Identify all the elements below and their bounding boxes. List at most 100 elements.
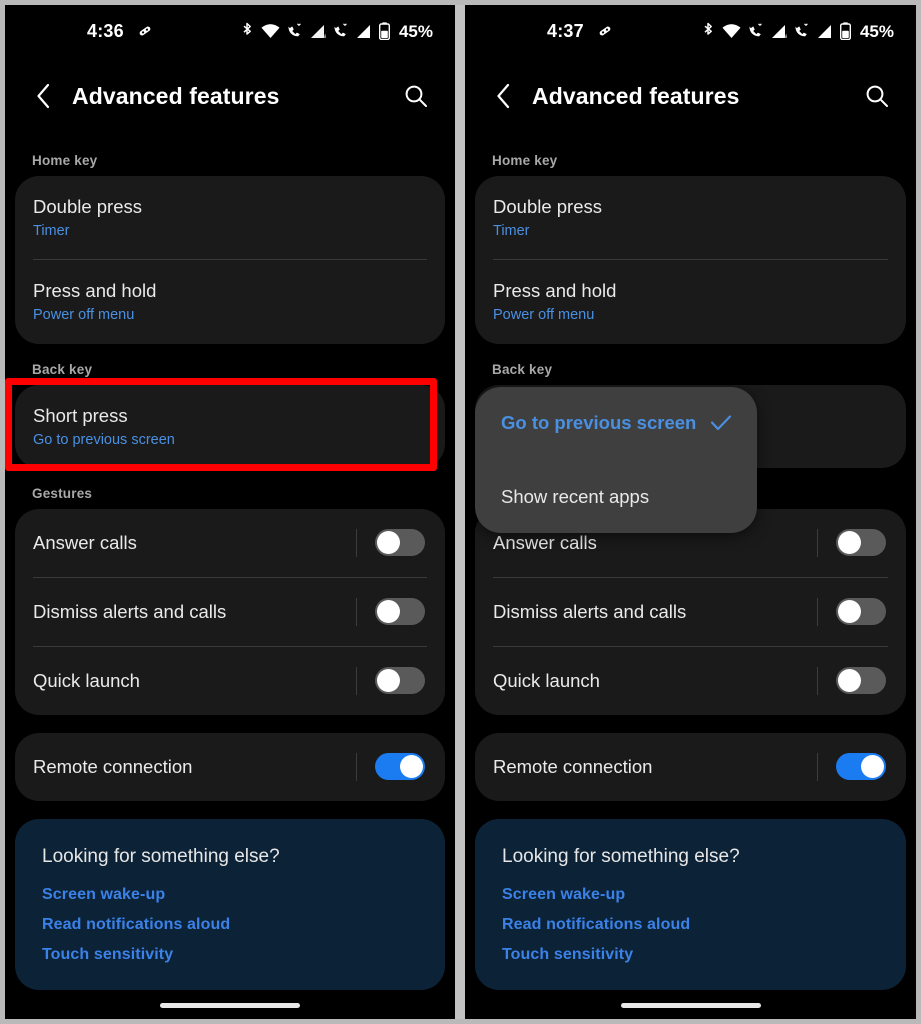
row-remote-connection[interactable]: Remote connection — [15, 733, 445, 801]
section-label-gestures: Gestures — [32, 485, 93, 501]
search-icon[interactable] — [860, 79, 894, 113]
section-label-home-key: Home key — [492, 153, 558, 168]
help-card-title: Looking for something else? — [42, 845, 280, 867]
row-title: Remote connection — [493, 756, 653, 778]
wifi-icon — [722, 23, 741, 39]
toggle-separator — [356, 597, 357, 626]
toggle-remote-connection[interactable] — [836, 753, 886, 781]
settings-content-left: Home key Double press Timer Press and ho… — [5, 135, 455, 990]
row-dismiss-alerts[interactable]: Dismiss alerts and calls — [475, 578, 906, 646]
check-icon — [710, 414, 732, 432]
bluetooth-icon — [702, 22, 715, 40]
row-answer-calls[interactable]: Answer calls — [15, 509, 445, 577]
status-icons-right: 45% — [702, 20, 894, 42]
toggle-separator — [356, 528, 357, 557]
help-card-padding — [475, 964, 906, 990]
settings-content-right: Home key Double press Timer Press and ho… — [465, 135, 916, 990]
row-remote-connection[interactable]: Remote connection — [475, 733, 906, 801]
card-remote-connection: Remote connection — [15, 732, 445, 801]
home-indicator-area-left — [5, 991, 455, 1019]
battery-percent: 45% — [398, 21, 433, 41]
row-quick-launch[interactable]: Quick launch — [475, 647, 906, 715]
toggle-quick-launch[interactable] — [375, 667, 425, 695]
section-label-home-key: Home key — [32, 153, 98, 168]
row-press-and-hold[interactable]: Press and hold Power off menu — [475, 260, 906, 343]
status-icons-left: 45% — [241, 20, 433, 42]
link-touch-sensitivity[interactable]: Touch sensitivity — [475, 934, 906, 964]
toggle-dismiss-alerts[interactable] — [375, 598, 425, 626]
search-icon[interactable] — [399, 79, 433, 113]
page-title: Advanced features — [532, 82, 740, 109]
dropdown-option-show-recent-apps[interactable]: Show recent apps — [475, 469, 757, 525]
home-indicator[interactable] — [620, 1002, 761, 1008]
toggle-knob — [377, 600, 400, 624]
dropdown-option-go-to-previous-screen[interactable]: Go to previous screen — [475, 395, 757, 451]
row-quick-launch[interactable]: Quick launch — [15, 647, 445, 715]
row-short-press[interactable]: Short press Go to previous screen — [15, 385, 445, 468]
row-title: Quick launch — [493, 670, 600, 692]
toggle-quick-launch[interactable] — [836, 667, 886, 695]
phone-screen-left: 4:36 45% Advanced features Home key Doub… — [5, 5, 455, 1019]
row-subtitle: Power off menu — [493, 307, 595, 324]
status-bar-right: 4:37 45% — [465, 5, 916, 57]
signal-sim2-icon — [356, 24, 372, 39]
row-press-and-hold[interactable]: Press and hold Power off menu — [15, 260, 445, 343]
link-read-notifications-aloud[interactable]: Read notifications aloud — [15, 904, 445, 934]
back-key-action-dropdown[interactable]: Go to previous screen Show recent apps — [475, 387, 757, 533]
link-touch-sensitivity[interactable]: Touch sensitivity — [15, 934, 445, 964]
toggle-separator — [356, 666, 357, 695]
row-title: Dismiss alerts and calls — [33, 601, 227, 623]
row-title: Short press — [33, 404, 128, 426]
row-title: Dismiss alerts and calls — [493, 601, 687, 623]
bluetooth-icon — [241, 22, 254, 40]
link-screen-wake-up[interactable]: Screen wake-up — [475, 874, 906, 904]
panel-divider — [455, 5, 465, 1019]
wifi-icon — [261, 23, 280, 39]
back-arrow-icon[interactable] — [25, 77, 63, 115]
home-indicator[interactable] — [160, 1002, 300, 1008]
toggle-knob — [838, 531, 861, 555]
toggle-separator — [356, 752, 357, 781]
toggle-dismiss-alerts[interactable] — [836, 598, 886, 626]
card-back-key: Short press Go to previous screen — [15, 384, 445, 468]
status-bar-left: 4:36 45% — [5, 5, 455, 57]
status-time: 4:37 — [547, 21, 584, 41]
card-looking-for-something-else: Looking for something else? Screen wake-… — [475, 818, 906, 990]
row-double-press[interactable]: Double press Timer — [475, 176, 906, 259]
toggle-answer-calls[interactable] — [375, 529, 425, 557]
row-title: Answer calls — [33, 532, 137, 554]
signal-sim1-icon — [771, 24, 787, 39]
battery-icon — [378, 22, 390, 40]
toggle-remote-connection[interactable] — [375, 753, 425, 781]
call-sim2-icon — [333, 23, 349, 39]
call-sim1-icon — [748, 23, 764, 39]
section-label-back-key: Back key — [492, 361, 553, 377]
notification-silenced-icon — [137, 23, 153, 39]
help-card-padding — [15, 964, 445, 990]
link-read-notifications-aloud[interactable]: Read notifications aloud — [475, 904, 906, 934]
toggle-separator — [817, 597, 818, 626]
card-remote-connection: Remote connection — [475, 732, 906, 801]
signal-sim1-icon — [310, 24, 326, 39]
row-dismiss-alerts[interactable]: Dismiss alerts and calls — [15, 578, 445, 646]
home-indicator-area-right — [465, 991, 916, 1019]
back-arrow-icon[interactable] — [485, 77, 523, 115]
status-time: 4:36 — [87, 21, 124, 41]
toggle-knob — [838, 669, 861, 693]
row-title: Double press — [493, 196, 603, 217]
row-title: Press and hold — [493, 280, 617, 302]
battery-icon — [839, 22, 851, 40]
link-screen-wake-up[interactable]: Screen wake-up — [15, 874, 445, 904]
phone-screen-right: 4:37 45% Advanced features Home key Doub… — [465, 5, 916, 1019]
card-looking-for-something-else: Looking for something else? Screen wake-… — [15, 818, 445, 990]
row-title: Press and hold — [33, 280, 157, 302]
dropdown-spacer — [475, 451, 757, 469]
toggle-separator — [817, 528, 818, 557]
toggle-answer-calls[interactable] — [836, 529, 886, 557]
call-sim2-icon — [794, 23, 810, 39]
row-title: Quick launch — [33, 670, 140, 692]
row-double-press[interactable]: Double press Timer — [15, 176, 445, 259]
